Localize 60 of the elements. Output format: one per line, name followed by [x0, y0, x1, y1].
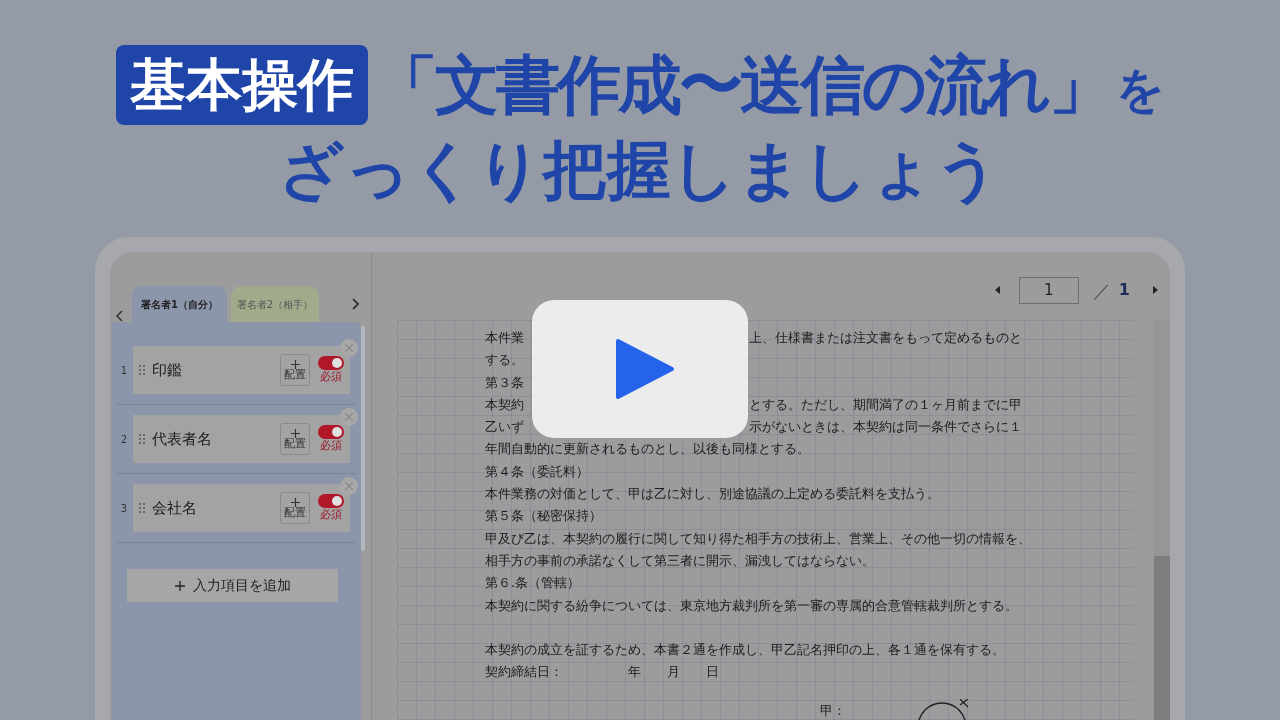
drag-handle-icon[interactable]: [138, 502, 146, 514]
required-label: 必須: [320, 439, 342, 453]
signer-tab[interactable]: 署名者2（相手）: [231, 286, 319, 322]
required-toggle[interactable]: [318, 356, 344, 370]
play-button[interactable]: [532, 300, 748, 438]
headline-text: を: [1115, 60, 1165, 119]
document-line: 本契約: [485, 395, 525, 414]
document-line: する。: [485, 351, 524, 370]
document-line: 第３条: [485, 373, 525, 392]
required-toggle[interactable]: [318, 425, 344, 439]
signature-label: 甲：: [820, 703, 846, 720]
field-card[interactable]: 代表者名 配置 必須: [133, 415, 350, 463]
play-icon: [614, 338, 676, 400]
page-total: 1: [1118, 279, 1130, 301]
plus-icon: [290, 497, 300, 507]
document-line: 第４条（委託料）: [485, 462, 589, 481]
field-label: 印鑑: [152, 359, 182, 381]
next-page-icon[interactable]: [1152, 286, 1158, 294]
field-card[interactable]: 会社名 配置 必須: [133, 484, 350, 532]
page-number-field[interactable]: 1: [1018, 276, 1079, 304]
plus-icon: [174, 580, 185, 591]
headline-badge: 基本操作: [115, 45, 368, 125]
document-line: 契約締結日： 年 月 日: [485, 663, 719, 682]
headline-subtitle: ざっくり把握しましょう: [279, 132, 1001, 208]
plus-icon: [290, 428, 300, 438]
document-line: 本契約の成立を証するため、本書２通を作成し、甲乙記名押印の上、各１通を保有する。: [485, 640, 1005, 659]
prev-page-icon[interactable]: [994, 286, 1001, 294]
plus-icon: [290, 359, 300, 369]
required-label: 必須: [320, 370, 342, 384]
tab-next-icon[interactable]: [351, 298, 359, 310]
add-field-button[interactable]: 入力項目を追加: [127, 569, 338, 602]
document-line: 本契約に関する紛争については、東京地方裁判所を第一審の専属的合意管轄裁判所とする。: [485, 596, 1018, 615]
page-separator: ／: [1092, 278, 1111, 303]
drag-handle-icon[interactable]: [138, 433, 146, 445]
document-line: 年間自動的に更新されるものとし、以後も同様とする。: [485, 440, 810, 459]
document-line: 第６.条（管轄）: [485, 574, 581, 593]
field-card[interactable]: 印鑑 配置 必須: [133, 346, 350, 394]
document-line: とする。ただし、期間満了の１ヶ月前までに甲: [749, 395, 1022, 414]
signer-tab[interactable]: 署名者1（自分）: [132, 286, 227, 322]
document-line: 示がないときは、本契約は同一条件でさらに１: [749, 418, 1022, 437]
document-line: 第５条（秘密保持）: [485, 507, 602, 526]
scrollbar-thumb[interactable]: [1154, 556, 1170, 720]
document-line: 本件業務の対価として、甲は乙に対し、別途協議の上定める委託料を支払う。: [485, 485, 940, 504]
place-button[interactable]: 配置: [280, 423, 310, 455]
field-number: 2: [119, 432, 129, 447]
field-number: 1: [119, 363, 129, 378]
place-button[interactable]: 配置: [280, 354, 310, 386]
field-number: 3: [119, 501, 129, 516]
field-label: 代表者名: [152, 428, 212, 450]
document-line: 上、仕様書または注文書をもって定めるものと: [749, 329, 1022, 347]
headline-title: 「文書作成〜送信の流れ」: [373, 47, 1110, 124]
required-toggle[interactable]: [318, 494, 344, 508]
field-label: 会社名: [152, 497, 197, 519]
document-line: 相手方の事前の承諾なくして第三者に開示、漏洩してはならない。: [485, 551, 875, 570]
place-button[interactable]: 配置: [280, 492, 310, 524]
drag-handle-icon[interactable]: [138, 364, 146, 376]
document-line: 乙いず: [485, 418, 525, 437]
document-line: 本件業: [485, 329, 525, 347]
required-label: 必須: [320, 508, 342, 522]
document-line: 甲及び乙は、本契約の履行に関して知り得た相手方の技術上、営業上、その他一切の情報を、: [485, 529, 1031, 548]
